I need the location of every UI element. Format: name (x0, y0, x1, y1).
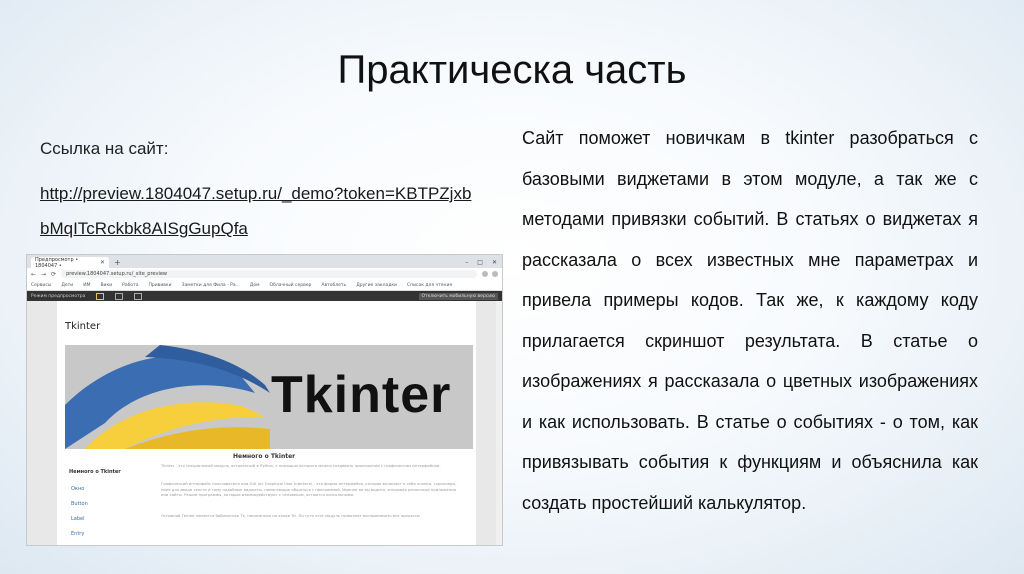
plus-icon: + (114, 258, 121, 267)
paragraph: Tkinter - это специальный модуль, встрое… (161, 463, 441, 468)
address-bar: ← → ⟳ preview.1804047.setup.ru/_site_pre… (27, 268, 502, 280)
banner-text: Tkinter (271, 366, 452, 424)
bookmark: Дом (249, 282, 260, 288)
bookmark: Автоблеть (321, 282, 347, 288)
paragraph: Основной Tkinter является библиотека Tk,… (161, 513, 420, 518)
bookmark: Дети (61, 282, 74, 288)
paragraph: Графический интерфейс пользователя или G… (161, 481, 457, 497)
section-title: Немного о Tkinter (233, 453, 296, 460)
browser-screenshot: Предпросмотр • 1804047 • ✕ + – □ ✕ ← → ⟳… (26, 254, 503, 546)
window-controls: – □ ✕ (465, 257, 502, 268)
sidebar-link: Button (71, 501, 88, 507)
preview-mode-label: Режим предпросмотра (31, 293, 86, 299)
scrollbar (496, 301, 502, 545)
tab-title: Предпросмотр • 1804047 • (35, 256, 79, 269)
reload-icon: ⟳ (51, 270, 57, 278)
desktop-icon (96, 292, 105, 300)
close-window-icon: ✕ (491, 259, 497, 266)
close-icon: ✕ (99, 259, 105, 266)
preview-toolbar: Режим предпросмотра Отключить мобильную … (27, 291, 502, 301)
url-field: preview.1804047.setup.ru/_site_preview (61, 270, 477, 278)
page-heading: Tkinter (65, 321, 101, 332)
bookmark: Работа (122, 282, 139, 288)
slide-title: Практическа часть (337, 48, 687, 92)
bookmark: Сервисы (31, 282, 52, 288)
maximize-icon: □ (477, 259, 483, 266)
back-icon: ← (31, 270, 37, 278)
minimize-icon: – (465, 259, 469, 266)
bookmark: Прививки (148, 282, 172, 288)
description-text: Сайт поможет новичкам в tkinter разобрат… (522, 128, 978, 513)
site-link[interactable]: http://preview.1804047.setup.ru/_demo?to… (40, 176, 480, 246)
bookmarks-bar: Сервисы Дети ИМ Вики Работа Прививки Зам… (27, 280, 502, 291)
browser-tabbar: Предпросмотр • 1804047 • ✕ + – □ ✕ (27, 255, 502, 269)
link-label: Ссылка на сайт: (40, 139, 169, 158)
bookmark: ИМ (83, 282, 91, 288)
bookmark: Заметки для Фила - Ра... (181, 282, 240, 288)
sidebar-title: Немного о Tkinter (69, 469, 121, 475)
bookmark: Вики (100, 282, 113, 288)
sidebar-link: Label (71, 516, 85, 522)
extension-icon (482, 271, 488, 277)
forward-icon: → (41, 270, 47, 278)
bookmark: Облачный сервер (269, 282, 312, 288)
mobile-toggle-button: Отключить мобильную версию (418, 292, 498, 300)
preview-page: Tkinter Tkinter Немного о Tkinter Немног… (27, 301, 502, 545)
phone-icon (134, 292, 143, 300)
preview-content: Tkinter Tkinter Немного о Tkinter Немног… (57, 301, 476, 545)
profile-icon (492, 271, 498, 277)
sidebar-link: Окно (71, 486, 85, 492)
tablet-icon (115, 292, 124, 300)
tkinter-banner: Tkinter (65, 345, 473, 449)
bookmark: Другие закладки (356, 282, 397, 288)
bookmark: Список для чтения (406, 282, 453, 288)
sidebar-link: Entry (71, 531, 85, 537)
browser-tab: Предпросмотр • 1804047 • ✕ (31, 256, 109, 269)
